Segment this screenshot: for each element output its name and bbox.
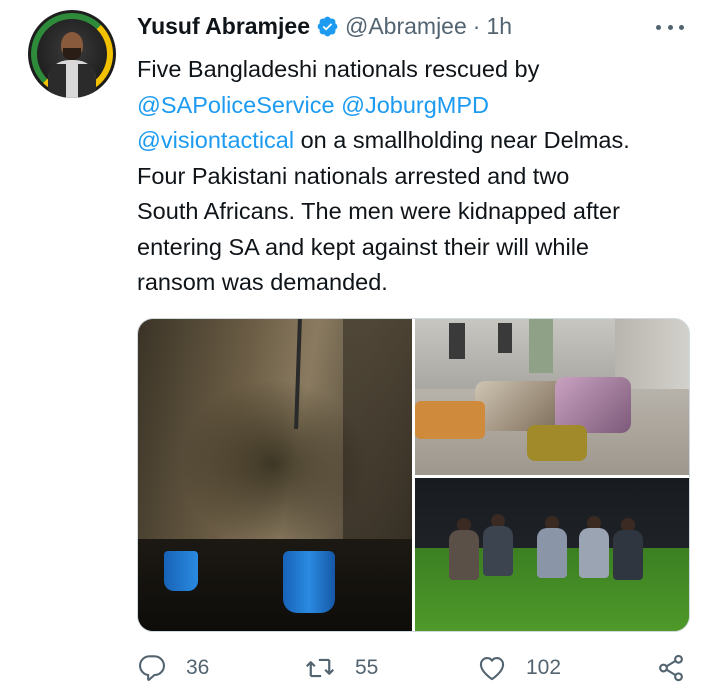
tweet-actions: 36 55 102: [0, 650, 720, 686]
author-handle[interactable]: @Abramjee: [345, 13, 467, 40]
retweet-count: 55: [355, 656, 379, 679]
avatar-beard: [63, 48, 81, 60]
mention-link[interactable]: @visiontactical: [137, 127, 294, 153]
retweet-button[interactable]: 55: [305, 650, 378, 686]
blanket: [475, 381, 565, 431]
person: [537, 528, 567, 578]
blanket: [415, 401, 485, 439]
meta-separator: ·: [472, 12, 481, 39]
more-dot: [667, 24, 673, 30]
tweet-text-line: Five Bangladeshi nationals rescued by: [137, 52, 697, 88]
tweet-text-line: entering SA and kept against their will …: [137, 230, 697, 266]
tweet-text-line: ransom was demanded.: [137, 265, 697, 301]
text-segment: Five Bangladeshi nationals rescued by: [137, 56, 540, 82]
text-segment: on a smallholding near Delmas.: [294, 127, 630, 153]
tweet-header: Yusuf Abramjee @Abramjee · 1h: [137, 10, 512, 42]
tweet-text: Five Bangladeshi nationals rescued by @S…: [137, 52, 697, 301]
more-dots-icon[interactable]: [650, 14, 690, 40]
photo-men-on-grass[interactable]: [415, 478, 689, 631]
share-button[interactable]: [656, 650, 686, 686]
photo-room-bedding[interactable]: [415, 319, 689, 475]
text-segment: Four Pakistani nationals arrested and tw…: [137, 162, 570, 189]
tweet-text-line: South Africans. The men were kidnapped a…: [137, 194, 697, 230]
media-grid: [137, 318, 690, 632]
avatar-jacket-left: [48, 64, 66, 98]
avatar-jacket-right: [78, 64, 96, 98]
person: [483, 526, 513, 576]
wall-stain: [178, 379, 368, 549]
text-segment: entering SA and kept against their will …: [137, 233, 589, 260]
reply-count: 36: [186, 656, 210, 679]
blanket: [527, 425, 587, 461]
reply-icon: [138, 655, 166, 681]
retweet-icon: [305, 658, 335, 678]
tweet-time[interactable]: 1h: [486, 13, 512, 40]
author-name[interactable]: Yusuf Abramjee: [137, 13, 310, 40]
person: [449, 530, 479, 580]
more-dot: [656, 24, 661, 30]
share-icon: [659, 654, 683, 682]
photo-bathroom[interactable]: [138, 319, 412, 631]
text-segment: South Africans. The men were kidnapped a…: [137, 198, 620, 224]
like-count: 102: [526, 656, 562, 679]
window: [498, 323, 512, 353]
heart-icon: [479, 657, 505, 681]
tweet-text-line: Four Pakistani nationals arrested and tw…: [137, 159, 697, 195]
like-button[interactable]: 102: [478, 650, 561, 686]
more-dot: [679, 24, 684, 30]
mention-link[interactable]: @SAPoliceService @JoburgMPD: [137, 92, 489, 118]
bucket: [283, 551, 335, 613]
author-avatar[interactable]: [28, 10, 116, 98]
reply-button[interactable]: 36: [138, 650, 209, 686]
tweet-text-line: @SAPoliceService @JoburgMPD: [137, 88, 697, 124]
bucket-small: [164, 551, 198, 591]
text-segment: ransom was demanded.: [137, 269, 388, 295]
window: [449, 323, 465, 359]
verified-badge-icon: [316, 15, 339, 38]
tweet-text-line: @visiontactical on a smallholding near D…: [137, 123, 697, 159]
person: [613, 530, 643, 580]
curtain: [529, 319, 553, 373]
person: [579, 528, 609, 578]
